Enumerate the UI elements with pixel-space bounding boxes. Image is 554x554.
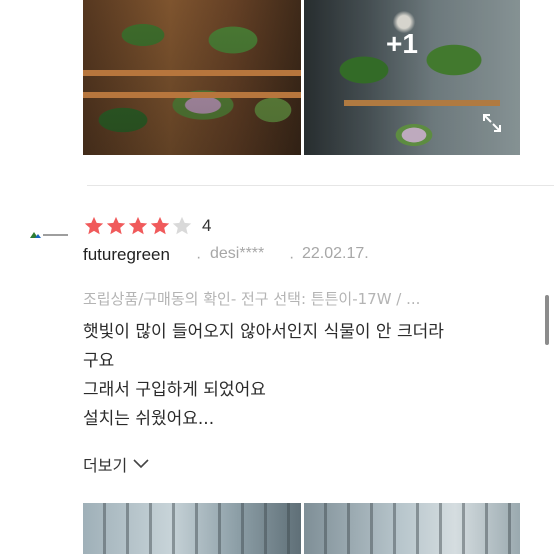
expand-icon[interactable] [482, 113, 502, 133]
review-photo-2[interactable]: +1 [304, 0, 520, 155]
window-frame-decoration [304, 503, 520, 554]
review-photo-1[interactable] [83, 0, 301, 155]
review-date: 22.02.17. [302, 245, 369, 262]
star-empty-icon [172, 216, 192, 235]
rating-value: 4 [202, 216, 212, 235]
reviewer-logo-icon [30, 232, 68, 238]
star-rating [83, 215, 193, 237]
review-content-line: 그래서 구입하게 되었어요 [83, 380, 266, 400]
purchase-option: 조립상품/구매동의 확인- 전구 선택: 튼튼이-17W / ... [83, 290, 421, 308]
review-content-line: 설치는 쉬웠어요... [83, 409, 215, 429]
review-content: 햇빛이 많이 들어오지 않아서인지 식물이 안 크더라 구요 그래서 구입하게 … [83, 318, 533, 434]
window-frame-decoration [83, 503, 301, 554]
shelf-decoration [83, 92, 301, 98]
reviewer-name: futuregreen [83, 245, 170, 264]
star-filled-icon [106, 216, 126, 235]
review-divider [87, 185, 554, 186]
scrollbar[interactable] [545, 295, 549, 345]
star-filled-icon [150, 216, 170, 235]
meta-separator: · [196, 249, 202, 266]
more-label: 더보기 [83, 456, 128, 475]
reviewer-id: desi**** [210, 245, 265, 262]
review-photo-3[interactable] [83, 503, 301, 554]
review-content-line: 구요 [83, 351, 115, 371]
chevron-down-icon [133, 459, 149, 469]
more-photos-count: +1 [386, 28, 418, 59]
more-button[interactable]: 더보기 [83, 452, 149, 476]
review-photo-4[interactable] [304, 503, 520, 554]
shelf-decoration [83, 70, 301, 76]
star-filled-icon [84, 216, 104, 235]
star-filled-icon [128, 216, 148, 235]
meta-separator: · [289, 249, 295, 266]
review-content-line: 햇빛이 많이 들어오지 않아서인지 식물이 안 크더라 [83, 322, 444, 342]
